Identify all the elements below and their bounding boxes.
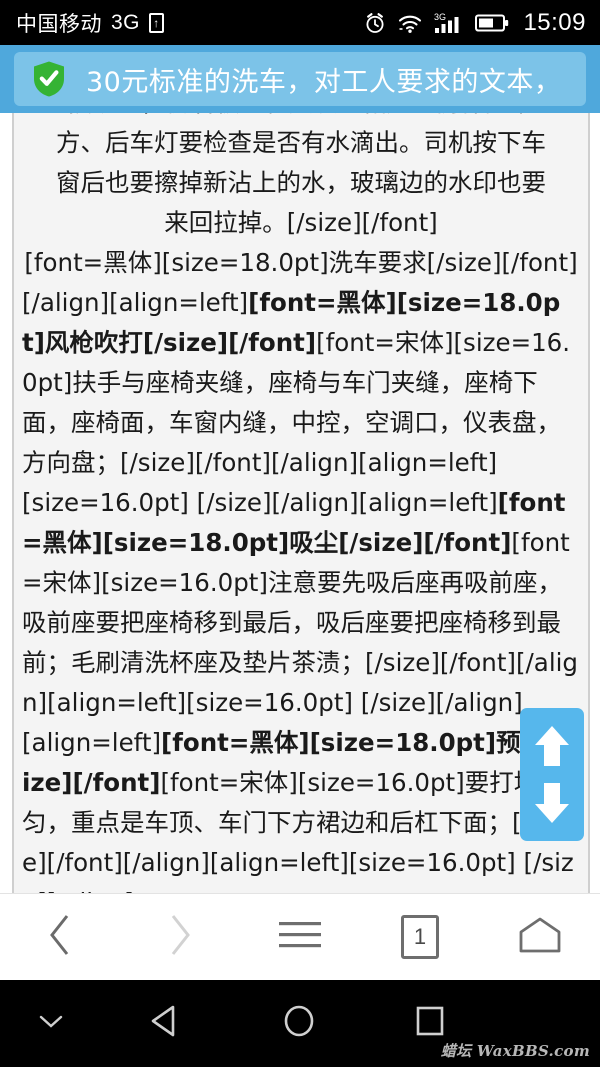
chevron-right-icon[interactable]: [165, 912, 195, 963]
bbcode-paragraph: 方、后车灯要检查是否有水滴出。司机按下车: [22, 123, 580, 163]
scroll-jump-widget[interactable]: [520, 708, 584, 841]
bbcode-post-body: 接跳上，侧着板、物触灰、裙边、前保险下方、后车灯要检查是否有水滴出。司机按下车窗…: [14, 113, 588, 893]
browser-toolbar: 1: [0, 893, 600, 980]
post-content-frame[interactable]: 接跳上，侧着板、物触灰、裙边、前保险下方、后车灯要检查是否有水滴出。司机按下车窗…: [12, 113, 590, 893]
site-watermark: 蜡坛 WaxBBS.com: [441, 1040, 590, 1061]
bbcode-run: 窗后也要擦掉新沾上的水，玻璃边的水印也要: [56, 168, 546, 197]
bbcode-paragraph: [/align][align=left][font=黑体][size=18.0p…: [22, 283, 580, 483]
arrow-up-icon[interactable]: [531, 723, 573, 769]
status-bar-right: 3G 15:09: [364, 9, 586, 37]
phone-screen: 中国移动 3G: [0, 0, 600, 1067]
forward-button[interactable]: [138, 894, 222, 980]
square-recents-icon[interactable]: [415, 1004, 445, 1043]
android-navigation-bar: 蜡坛 WaxBBS.com: [0, 980, 600, 1067]
svg-text:3G: 3G: [434, 12, 446, 22]
system-home-button[interactable]: [282, 1003, 316, 1044]
system-back-button[interactable]: [148, 1004, 180, 1043]
webpage-viewport[interactable]: 接跳上，侧着板、物触灰、裙边、前保险下方、后车灯要检查是否有水滴出。司机按下车窗…: [0, 113, 600, 893]
hide-navbar-button[interactable]: [38, 1013, 64, 1034]
signal-bars-icon: 3G: [434, 11, 464, 35]
bbcode-paragraph: [font=黑体][size=18.0pt]洗车要求[/size][/font]: [22, 243, 580, 283]
back-button[interactable]: [18, 894, 102, 980]
bbcode-paragraph: 来回拉掉。[/size][/font]: [22, 203, 580, 243]
tab-count-icon[interactable]: 1: [401, 915, 439, 959]
notice-text: 30元标准的洗车，对工人要求的文本，: [86, 60, 561, 99]
bbcode-run: 接跳上，侧着板、物触灰、裙边、前保险下: [68, 113, 534, 117]
tabs-button[interactable]: 1: [378, 894, 462, 980]
sim-card-icon: [149, 13, 164, 33]
bbcode-run: [size=16.0pt] [/size][/align][align=left…: [22, 488, 498, 517]
bbcode-run: 来回拉掉。[/size][/font]: [164, 208, 438, 237]
network-type-label: 3G: [111, 11, 140, 35]
home-icon[interactable]: [518, 916, 562, 959]
wifi-icon: [397, 12, 423, 34]
hamburger-menu-icon[interactable]: [277, 918, 323, 957]
green-shield-check-icon: [32, 60, 66, 98]
bbcode-paragraph: [align=left][font=黑体][size=18.0pt]预洗[/si…: [22, 723, 580, 893]
notice-pill[interactable]: 30元标准的洗车，对工人要求的文本，: [14, 52, 586, 106]
chevron-down-icon[interactable]: [38, 1013, 64, 1034]
bbcode-paragraph: 窗后也要擦掉新沾上的水，玻璃边的水印也要: [22, 163, 580, 203]
bbcode-run: [font=黑体][size=18.0pt]洗车要求[/size][/font]: [24, 248, 577, 277]
carrier-label: 中国移动: [16, 8, 102, 38]
bbcode-run: [/align][align=left]: [22, 288, 248, 317]
arrow-down-icon[interactable]: [531, 780, 573, 826]
system-recents-button[interactable]: [415, 1004, 445, 1043]
circle-home-icon[interactable]: [282, 1003, 316, 1044]
home-button[interactable]: [498, 894, 582, 980]
bbcode-paragraph: [size=16.0pt] [/size][/align][align=left…: [22, 483, 580, 723]
bbcode-paragraph: 接跳上，侧着板、物触灰、裙边、前保险下: [22, 113, 580, 123]
bbcode-run: [align=left]: [22, 728, 161, 757]
alarm-clock-icon: [364, 12, 386, 34]
chevron-left-icon[interactable]: [45, 912, 75, 963]
battery-icon: [475, 13, 509, 33]
triangle-back-icon[interactable]: [148, 1004, 180, 1043]
status-bar-clock: 15:09: [523, 9, 586, 37]
status-bar-left: 中国移动 3G: [16, 8, 164, 38]
notice-banner[interactable]: 30元标准的洗车，对工人要求的文本，: [0, 45, 600, 113]
bbcode-run: 方、后车灯要检查是否有水滴出。司机按下车: [56, 128, 546, 157]
menu-button[interactable]: [258, 894, 342, 980]
android-status-bar: 中国移动 3G: [0, 0, 600, 45]
